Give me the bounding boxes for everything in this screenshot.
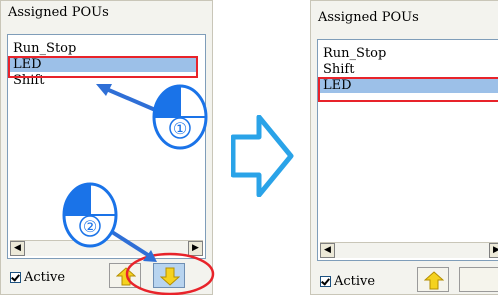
- red-ellipse-highlight: [125, 252, 215, 295]
- mouse-click-icon-step1: ①: [152, 84, 208, 154]
- up-arrow-icon: [424, 271, 444, 290]
- pou-listbox[interactable]: Run_Stop Shift LED ◀ ▶: [317, 39, 498, 261]
- step-2-label: ②: [83, 217, 97, 236]
- assigned-pous-panel-after: Assigned POUs Run_Stop Shift LED ◀ ▶ Act…: [310, 0, 498, 295]
- horizontal-scrollbar[interactable]: ◀ ▶: [320, 242, 498, 258]
- scroll-right-button[interactable]: ▶: [489, 243, 498, 258]
- active-checkbox[interactable]: [320, 276, 331, 287]
- active-checkbox-row[interactable]: Active: [320, 274, 375, 289]
- move-up-button[interactable]: [417, 267, 449, 292]
- list-item[interactable]: Run_Stop: [323, 46, 386, 61]
- panel-title: Assigned POUs: [318, 10, 419, 25]
- move-down-button[interactable]: [459, 267, 498, 292]
- scroll-left-button[interactable]: ◀: [320, 243, 335, 258]
- selection-highlight-box: [318, 77, 498, 102]
- list-item[interactable]: Shift: [323, 62, 354, 77]
- active-label: Active: [334, 274, 376, 289]
- step-1-label: ①: [173, 119, 187, 138]
- mouse-click-icon-step2: ②: [62, 182, 118, 252]
- transition-arrow-icon: [230, 114, 295, 201]
